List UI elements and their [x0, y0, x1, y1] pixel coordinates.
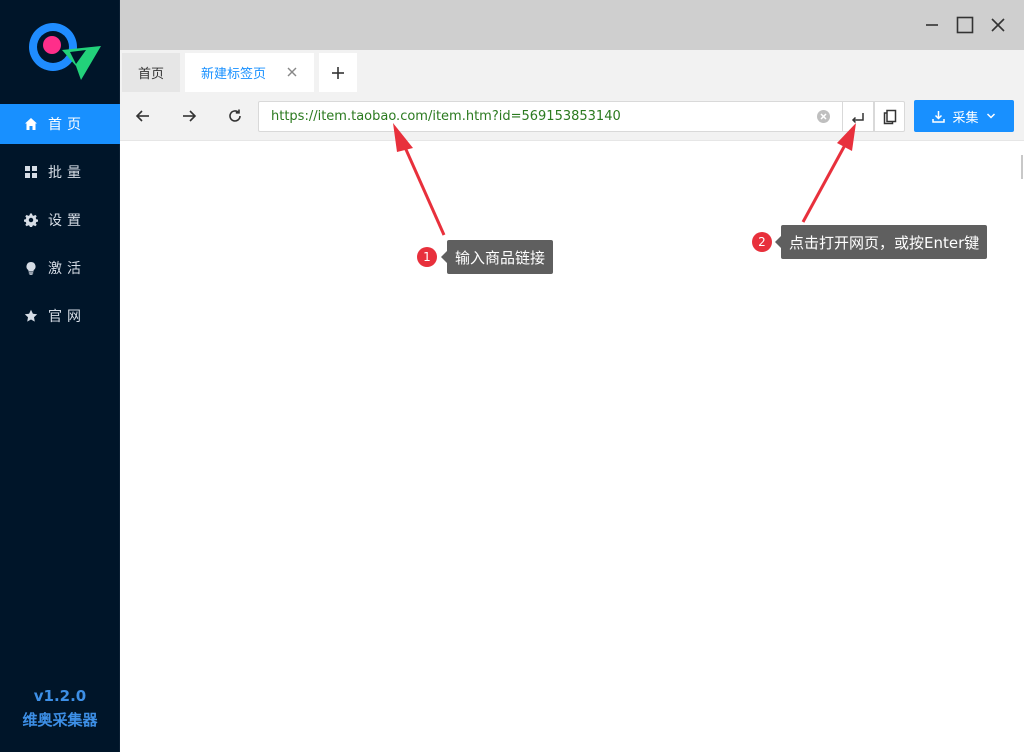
- grid-icon: [24, 165, 38, 179]
- maximize-icon: [956, 16, 974, 34]
- tab-close-button[interactable]: [286, 66, 298, 78]
- url-text: https://item.taobao.com/item.htm?id=5691…: [271, 109, 621, 124]
- sidebar-item-label: 官网: [48, 309, 86, 325]
- annotation-badge-1: 1: [417, 247, 437, 267]
- url-input[interactable]: https://item.taobao.com/item.htm?id=5691…: [258, 101, 843, 132]
- sidebar-item-home[interactable]: 首页: [0, 104, 120, 144]
- arrow-right-icon: [183, 110, 197, 122]
- minimize-icon: [926, 24, 938, 26]
- arrow-left-icon: [135, 110, 149, 122]
- minimize-button[interactable]: [920, 13, 944, 37]
- gear-icon: [24, 213, 38, 227]
- copy-url-button[interactable]: [874, 101, 905, 132]
- sidebar-item-label: 批量: [48, 165, 86, 181]
- reload-icon: [229, 109, 241, 122]
- close-window-button[interactable]: [986, 13, 1010, 37]
- clear-icon: [820, 113, 827, 120]
- sidebar-item-website[interactable]: 官网: [0, 296, 120, 336]
- app-name: 维奥采集器: [22, 711, 98, 729]
- sidebar-item-label: 首页: [48, 117, 86, 133]
- sidebar: 首页 批量 设置 激活 官网 v1.2.0 维奥采集器: [0, 0, 120, 752]
- enter-icon: [851, 112, 864, 123]
- tab-new[interactable]: 新建标签页: [185, 53, 314, 92]
- home-icon: [24, 117, 38, 131]
- sidebar-item-label: 激活: [48, 261, 86, 277]
- back-button[interactable]: [131, 104, 155, 128]
- collect-button[interactable]: 采集: [914, 100, 1014, 132]
- star-icon: [24, 309, 38, 323]
- sidebar-item-batch[interactable]: 批量: [0, 152, 120, 192]
- close-icon: [991, 18, 1005, 32]
- scrollbar[interactable]: [1021, 155, 1023, 179]
- sidebar-item-settings[interactable]: 设置: [0, 200, 120, 240]
- browser-toolbar: https://item.taobao.com/item.htm?id=5691…: [120, 92, 1024, 141]
- maximize-button[interactable]: [953, 13, 977, 37]
- tab-home[interactable]: 首页: [122, 53, 180, 92]
- reload-button[interactable]: [223, 104, 247, 128]
- app-window: 首页 批量 设置 激活 官网 v1.2.0 维奥采集器 首页 新建标签页 htt…: [0, 0, 1024, 752]
- annotation-callout-1: 输入商品链接: [440, 240, 554, 274]
- open-url-button[interactable]: [843, 101, 874, 132]
- sidebar-item-label: 设置: [48, 213, 86, 229]
- app-logo: [26, 20, 102, 86]
- tab-bar: 首页 新建标签页: [120, 50, 1024, 92]
- sidebar-nav: 首页 批量 设置 激活 官网: [0, 104, 120, 344]
- annotation-text: 输入商品链接: [455, 248, 546, 267]
- new-tab-button[interactable]: [319, 53, 357, 92]
- version-info: v1.2.0 维奥采集器: [0, 684, 120, 732]
- sidebar-item-activate[interactable]: 激活: [0, 248, 120, 288]
- url-clear-button[interactable]: [817, 110, 830, 123]
- forward-button[interactable]: [177, 104, 201, 128]
- close-icon: [287, 67, 297, 77]
- plus-icon: [332, 66, 344, 79]
- title-bar: [120, 0, 1024, 50]
- bulb-icon: [24, 261, 38, 275]
- annotation-badge-2: 2: [752, 232, 772, 252]
- tab-label: 新建标签页: [201, 67, 267, 82]
- annotation-callout-2: 点击打开网页，或按Enter键: [774, 225, 988, 259]
- tab-label: 首页: [137, 67, 164, 82]
- version-number: v1.2.0: [33, 687, 87, 705]
- chevron-down-icon: [986, 113, 995, 119]
- download-icon: [932, 110, 946, 123]
- collect-button-label: 采集: [952, 110, 979, 126]
- annotation-text: 点击打开网页，或按Enter键: [789, 233, 980, 252]
- copy-icon: [883, 109, 896, 124]
